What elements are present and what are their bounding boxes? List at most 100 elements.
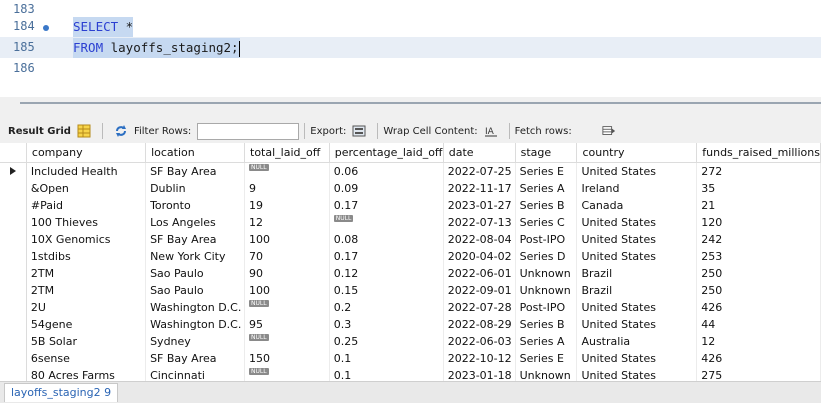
table-cell[interactable]: United States (576, 350, 698, 367)
table-row[interactable]: 54gene Washington D.C. 95 0.3 2022-08-29 Seri… (0, 316, 821, 333)
table-row[interactable]: 2TM Sao Paulo 90 0.12 2022-06-01 Unknown Brazi… (0, 265, 821, 282)
table-cell[interactable]: 0.1 (329, 350, 444, 367)
panel-splitter[interactable] (0, 97, 821, 119)
row-gutter[interactable] (0, 248, 27, 265)
wrap-text-icon[interactable]: IA (484, 124, 498, 138)
table-cell[interactable]: 2023-01-27 (443, 197, 516, 214)
table-cell[interactable]: 54gene (26, 316, 147, 333)
table-cell[interactable]: 426 (696, 299, 821, 316)
table-cell[interactable]: 250 (696, 265, 821, 282)
table-cell[interactable]: 2022-06-03 (443, 333, 516, 350)
table-cell[interactable]: Series A (515, 180, 578, 197)
result-tab[interactable]: layoffs_staging2 9 (4, 383, 119, 402)
table-cell[interactable]: 2022-07-25 (443, 162, 516, 180)
table-cell[interactable]: #Paid (26, 197, 147, 214)
result-grid[interactable]: company location total_laid_off percenta… (0, 143, 821, 381)
table-row[interactable]: 2U Washington D.C. NULL 0.2 2022-07-28 Post-I… (0, 299, 821, 316)
table-cell[interactable]: 80 Acres Farms (26, 367, 147, 381)
filter-rows-input[interactable] (197, 122, 300, 140)
row-gutter[interactable] (0, 299, 27, 316)
table-cell[interactable]: 100 (244, 231, 330, 248)
table-cell[interactable]: 0.25 (329, 333, 444, 350)
table-cell[interactable]: 35 (696, 180, 821, 197)
table-cell[interactable]: 100 (244, 282, 330, 299)
table-cell[interactable]: 12 (244, 214, 330, 231)
row-gutter[interactable] (0, 162, 27, 180)
table-cell[interactable]: 2022-11-17 (443, 180, 516, 197)
table-cell[interactable]: 0.15 (329, 282, 444, 299)
table-row[interactable]: &Open Dublin 9 0.09 2022-11-17 Series A Irelan… (0, 180, 821, 197)
table-cell[interactable]: 10X Genomics (26, 231, 147, 248)
table-cell[interactable]: Washington D.C. (145, 316, 245, 333)
column-header[interactable]: country (576, 143, 698, 163)
table-cell[interactable]: NULL (244, 333, 330, 350)
column-header[interactable]: total_laid_off (244, 143, 330, 163)
table-cell[interactable]: 95 (244, 316, 330, 333)
table-cell[interactable]: SF Bay Area (145, 350, 245, 367)
table-cell[interactable]: 0.09 (329, 180, 444, 197)
column-header[interactable]: company (26, 143, 147, 163)
table-cell[interactable]: 253 (696, 248, 821, 265)
table-cell[interactable]: New York City (145, 248, 245, 265)
table-cell[interactable]: Brazil (576, 282, 698, 299)
table-cell[interactable]: 0.06 (329, 162, 444, 180)
table-cell[interactable]: 2TM (26, 282, 147, 299)
table-cell[interactable]: 2022-06-01 (443, 265, 516, 282)
table-cell[interactable]: 0.3 (329, 316, 444, 333)
table-cell[interactable]: Series E (515, 350, 578, 367)
table-row[interactable]: 2TM Sao Paulo 100 0.15 2022-09-01 Unknown Braz… (0, 282, 821, 299)
row-gutter[interactable] (0, 197, 27, 214)
table-cell[interactable]: Cincinnati (145, 367, 245, 381)
table-cell[interactable]: Unknown (515, 282, 578, 299)
row-gutter[interactable] (0, 316, 27, 333)
table-cell[interactable]: 1stdibs (26, 248, 147, 265)
table-cell[interactable]: 21 (696, 197, 821, 214)
result-grid-tab[interactable]: Result Grid (8, 126, 71, 137)
table-cell[interactable]: United States (576, 367, 698, 381)
table-cell[interactable]: SF Bay Area (145, 162, 245, 180)
table-cell[interactable]: NULL (244, 299, 330, 316)
table-cell[interactable]: Sao Paulo (145, 265, 245, 282)
table-cell[interactable]: NULL (244, 162, 330, 180)
table-cell[interactable]: 100 Thieves (26, 214, 147, 231)
table-cell[interactable]: 12 (696, 333, 821, 350)
table-cell[interactable]: 9 (244, 180, 330, 197)
code-line-from[interactable]: FROM layoffs_staging2; (73, 38, 240, 58)
table-cell[interactable]: Included Health (26, 162, 147, 180)
table-cell[interactable]: United States (576, 316, 698, 333)
table-cell[interactable]: SF Bay Area (145, 231, 245, 248)
row-gutter[interactable] (0, 282, 27, 299)
table-cell[interactable]: 2U (26, 299, 147, 316)
table-row[interactable]: 1stdibs New York City 70 0.17 2020-04-02 Seri… (0, 248, 821, 265)
table-cell[interactable]: 120 (696, 214, 821, 231)
table-row[interactable]: 6sense SF Bay Area 150 0.1 2022-10-12 Series … (0, 350, 821, 367)
table-row[interactable]: 10X Genomics SF Bay Area 100 0.08 2022-08-04… (0, 231, 821, 248)
table-cell[interactable]: 2022-09-01 (443, 282, 516, 299)
table-cell[interactable]: 2022-10-12 (443, 350, 516, 367)
table-cell[interactable]: 5B Solar (26, 333, 147, 350)
table-cell[interactable]: Series A (515, 333, 578, 350)
table-cell[interactable]: Series D (515, 248, 578, 265)
table-cell[interactable]: 2023-01-18 (443, 367, 516, 381)
table-row[interactable]: 5B Solar Sydney NULL 0.25 2022-06-03 Series A… (0, 333, 821, 350)
table-cell[interactable]: 0.2 (329, 299, 444, 316)
column-header[interactable]: date (443, 143, 516, 163)
export-icon[interactable] (352, 124, 366, 138)
table-cell[interactable]: 6sense (26, 350, 147, 367)
table-cell[interactable]: Series B (515, 316, 578, 333)
editor-line-184[interactable]: 184 SELECT * (0, 17, 821, 38)
table-cell[interactable]: Sydney (145, 333, 245, 350)
table-cell[interactable]: Brazil (576, 265, 698, 282)
table-cell[interactable]: Series B (515, 197, 578, 214)
table-cell[interactable]: United States (576, 299, 698, 316)
row-gutter[interactable] (0, 333, 27, 350)
table-cell[interactable]: United States (576, 162, 698, 180)
refresh-icon[interactable] (114, 124, 128, 138)
fetch-rows-icon[interactable] (602, 124, 616, 138)
table-cell[interactable]: 250 (696, 282, 821, 299)
table-cell[interactable]: NULL (244, 367, 330, 381)
table-cell[interactable]: Series C (515, 214, 578, 231)
table-cell[interactable]: 2022-07-28 (443, 299, 516, 316)
table-cell[interactable]: 0.12 (329, 265, 444, 282)
table-cell[interactable]: 242 (696, 231, 821, 248)
